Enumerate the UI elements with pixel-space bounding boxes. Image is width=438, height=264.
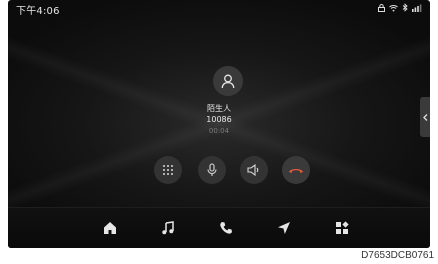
figure-reference-code: D7653DCB0761 <box>361 250 434 261</box>
mute-button[interactable] <box>198 156 226 184</box>
phone-call-screen: 下午4:06 陌生人 10086 00:04 <box>8 0 430 248</box>
hang-up-icon <box>289 169 303 173</box>
phone-icon <box>220 222 232 234</box>
music-icon <box>162 221 174 235</box>
dock-navigation[interactable] <box>274 218 294 238</box>
wifi-icon <box>389 4 398 15</box>
navigation-icon <box>278 222 290 234</box>
apps-icon <box>336 221 349 234</box>
keypad-button[interactable] <box>154 156 182 184</box>
call-duration: 00:04 <box>208 127 230 135</box>
status-bar: 下午4:06 <box>8 0 430 18</box>
signal-icon <box>412 4 422 15</box>
dock-apps[interactable] <box>332 218 352 238</box>
dock-music[interactable] <box>158 218 178 238</box>
bottom-dock <box>8 207 430 248</box>
dock-home[interactable] <box>100 218 120 238</box>
speaker-icon <box>247 164 259 176</box>
caller-number: 10086 <box>206 115 232 124</box>
status-icons <box>378 3 422 15</box>
dock-phone[interactable] <box>216 218 236 238</box>
side-panel-toggle[interactable] <box>420 97 430 137</box>
bluetooth-icon <box>402 3 408 15</box>
hang-up-button[interactable] <box>282 156 310 184</box>
speaker-button[interactable] <box>240 156 268 184</box>
keypad-icon <box>163 165 173 175</box>
caller-avatar <box>213 66 243 96</box>
person-icon <box>221 74 235 89</box>
caller-name: 陌生人 <box>207 104 231 113</box>
lock-icon <box>378 3 385 15</box>
chevron-left-icon <box>422 113 427 121</box>
home-icon <box>104 222 116 234</box>
microphone-icon <box>207 163 217 176</box>
status-time: 下午4:06 <box>16 6 60 17</box>
